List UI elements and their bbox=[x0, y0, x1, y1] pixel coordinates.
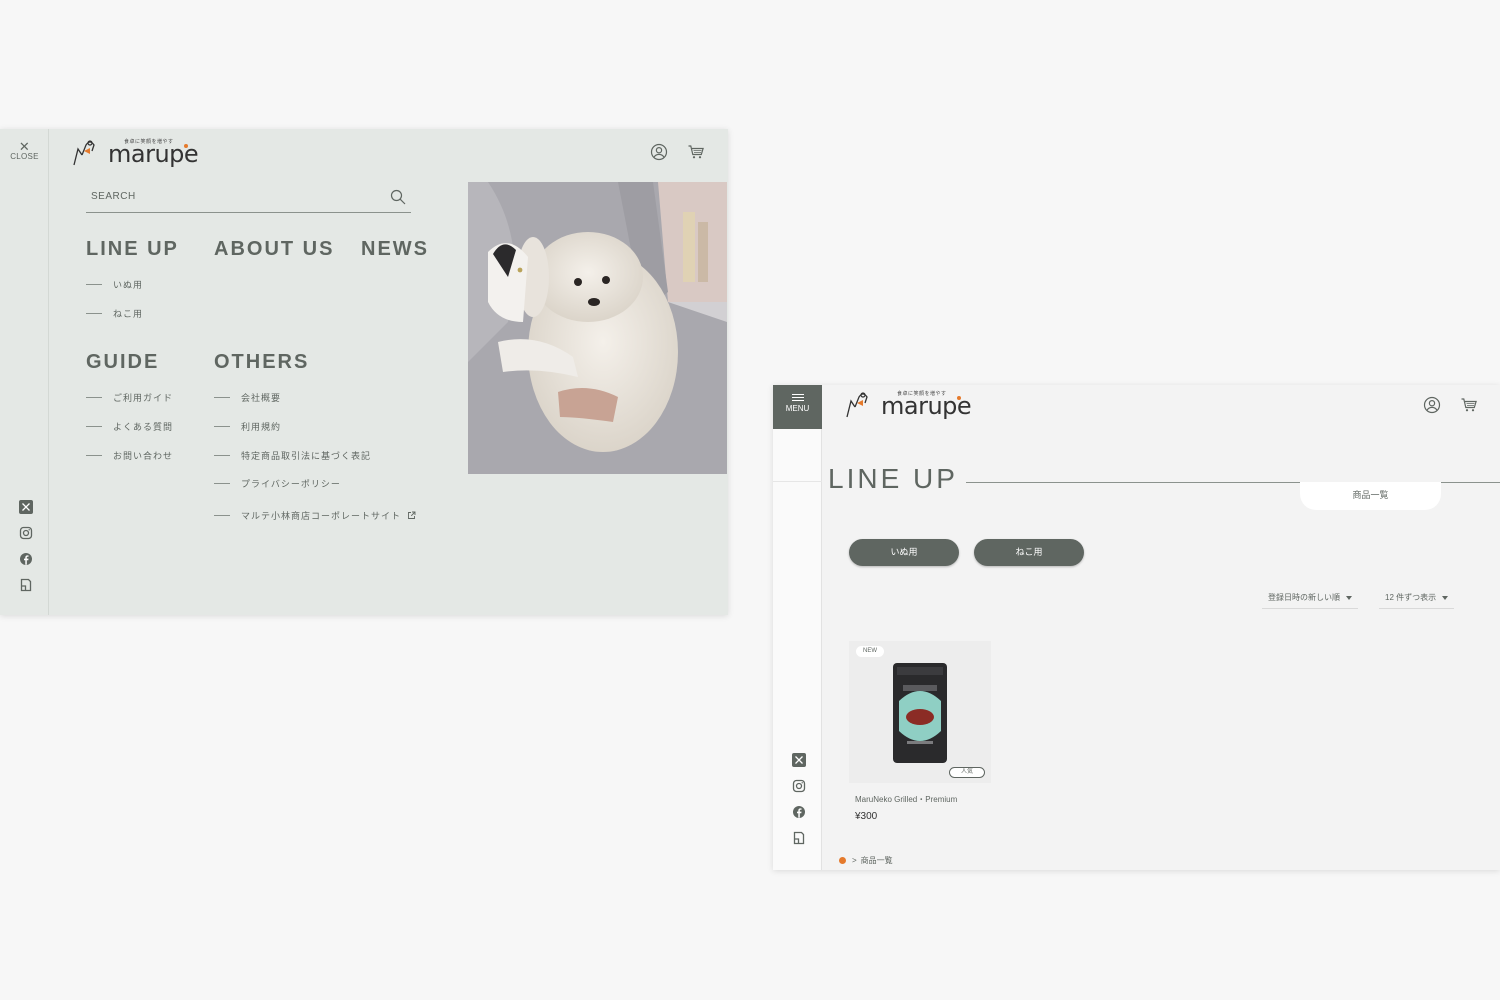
nav-item-contact[interactable]: お問い合わせ bbox=[86, 449, 173, 462]
chevron-down-icon bbox=[1346, 595, 1352, 600]
search-placeholder: SEARCH bbox=[91, 191, 136, 202]
lineup-window: MENU marupe 食卓に笑顔を増やす LINE UP 商品一覧 いぬ用 ね… bbox=[773, 385, 1500, 870]
tab-product-list[interactable]: 商品一覧 bbox=[1300, 482, 1441, 510]
category-cat-button[interactable]: ねこ用 bbox=[974, 539, 1084, 566]
product-image bbox=[849, 641, 991, 783]
account-icon[interactable] bbox=[1423, 396, 1441, 414]
instagram-icon[interactable] bbox=[791, 778, 807, 794]
nav-lineup-heading[interactable]: LINE UP bbox=[86, 238, 179, 261]
nav-item-terms[interactable]: 利用規約 bbox=[214, 420, 281, 433]
x-icon[interactable] bbox=[791, 752, 807, 768]
nav-item-privacy[interactable]: プライバシーポリシー bbox=[214, 477, 341, 490]
sort-select[interactable]: 登録日時の新しい順 bbox=[1262, 589, 1358, 609]
site-logo[interactable]: marupe 食卓に笑顔を増やす bbox=[845, 389, 972, 419]
nav-item-faq[interactable]: よくある質問 bbox=[86, 420, 173, 433]
cart-icon[interactable] bbox=[1460, 396, 1478, 414]
breadcrumb-current: 商品一覧 bbox=[860, 856, 893, 865]
close-label: CLOSE bbox=[10, 152, 39, 161]
new-badge: NEW bbox=[856, 646, 884, 657]
hero-photo bbox=[468, 182, 727, 474]
side-rail: ✕ CLOSE bbox=[0, 129, 49, 615]
x-icon[interactable] bbox=[18, 499, 34, 515]
nav-item-cat[interactable]: ねこ用 bbox=[86, 307, 143, 320]
side-rail: MENU bbox=[773, 385, 822, 870]
nav-item-dog[interactable]: いぬ用 bbox=[86, 278, 143, 291]
chevron-down-icon bbox=[1442, 595, 1449, 600]
logo-tagline: 食卓に笑顔を増やす bbox=[897, 391, 947, 397]
product-price: ¥300 bbox=[855, 811, 878, 822]
per-page-select[interactable]: 12 件ずつ表示 bbox=[1379, 589, 1455, 609]
breadcrumb-separator: > bbox=[852, 856, 857, 865]
close-icon: ✕ bbox=[18, 139, 31, 154]
nav-item-guide[interactable]: ご利用ガイド bbox=[86, 391, 173, 404]
close-button[interactable]: ✕ CLOSE bbox=[0, 139, 49, 161]
logo-tagline: 食卓に笑顔を増やす bbox=[124, 139, 174, 145]
breadcrumb: > 商品一覧 bbox=[839, 855, 893, 866]
nav-about-heading[interactable]: ABOUT US bbox=[214, 238, 334, 261]
menu-button[interactable]: MENU bbox=[773, 385, 822, 429]
product-name[interactable]: MaruNeko Grilled・Premium bbox=[855, 794, 957, 805]
popular-badge: 人気 bbox=[949, 767, 985, 778]
rail-divider bbox=[773, 481, 822, 482]
search-input[interactable]: SEARCH bbox=[86, 181, 411, 213]
logo-dot bbox=[957, 396, 961, 400]
logo-dot bbox=[184, 144, 188, 148]
instagram-icon[interactable] bbox=[18, 525, 34, 541]
cart-icon[interactable] bbox=[687, 143, 705, 161]
hamburger-icon bbox=[791, 394, 804, 401]
nav-item-tokushoho[interactable]: 特定商品取引法に基づく表記 bbox=[214, 449, 371, 462]
nav-item-company[interactable]: 会社概要 bbox=[214, 391, 281, 404]
logo-mark-icon bbox=[846, 392, 868, 418]
page-title: LINE UP bbox=[828, 463, 958, 494]
logo-mark-icon bbox=[73, 140, 95, 166]
menu-label: MENU bbox=[785, 404, 810, 413]
nav-item-corporate[interactable]: マルテ小林商店コーポレートサイト bbox=[214, 509, 416, 522]
facebook-icon[interactable] bbox=[18, 551, 34, 567]
account-icon[interactable] bbox=[650, 143, 668, 161]
site-logo[interactable]: marupe 食卓に笑顔を増やす bbox=[72, 137, 199, 167]
product-card[interactable]: NEW 人気 bbox=[849, 641, 991, 783]
nav-guide-heading: GUIDE bbox=[86, 351, 160, 373]
search-icon[interactable] bbox=[390, 189, 406, 205]
home-dot-icon[interactable] bbox=[839, 857, 846, 864]
note-icon[interactable] bbox=[18, 577, 34, 593]
facebook-icon[interactable] bbox=[791, 804, 807, 820]
note-icon[interactable] bbox=[791, 830, 807, 846]
external-link-icon bbox=[408, 511, 416, 519]
category-dog-button[interactable]: いぬ用 bbox=[849, 539, 959, 566]
nav-others-heading: OTHERS bbox=[214, 351, 310, 373]
nav-news-heading[interactable]: NEWS bbox=[361, 238, 429, 261]
